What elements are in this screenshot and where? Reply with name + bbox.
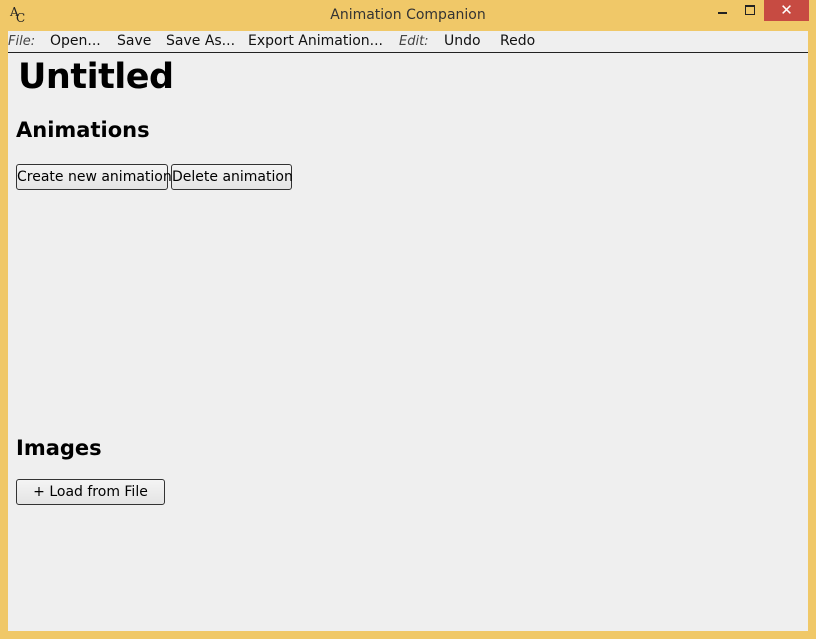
menu-item-open[interactable]: Open... xyxy=(50,33,101,49)
menu-item-undo[interactable]: Undo xyxy=(444,33,481,49)
title-bar[interactable]: A C Animation Companion ✕ xyxy=(0,0,816,31)
close-button[interactable]: ✕ xyxy=(764,0,809,21)
menu-bar: File: Open... Save Save As... Export Ani… xyxy=(8,31,808,53)
close-icon: ✕ xyxy=(780,1,793,19)
maximize-icon xyxy=(745,5,755,15)
animations-heading: Animations xyxy=(16,118,150,142)
window-title: Animation Companion xyxy=(330,7,486,23)
menu-item-save[interactable]: Save xyxy=(117,33,151,49)
load-from-file-button[interactable]: + Load from File xyxy=(16,479,165,505)
delete-animation-button[interactable]: Delete animation xyxy=(171,164,293,190)
menu-label-file: File: xyxy=(8,34,36,49)
document-title: Untitled xyxy=(18,57,174,97)
menu-item-export-animation[interactable]: Export Animation... xyxy=(248,33,383,49)
menu-item-save-as[interactable]: Save As... xyxy=(166,33,235,49)
minimize-icon xyxy=(718,12,727,14)
menu-label-edit: Edit: xyxy=(399,34,429,49)
maximize-button[interactable] xyxy=(736,0,763,21)
create-animation-button[interactable]: Create new animation xyxy=(16,164,172,190)
app-window: A C Animation Companion ✕ File: Open... … xyxy=(0,0,816,639)
menu-item-redo[interactable]: Redo xyxy=(500,33,535,49)
minimize-button[interactable] xyxy=(709,0,736,21)
images-heading: Images xyxy=(16,436,102,460)
client-area: File: Open... Save Save As... Export Ani… xyxy=(8,31,808,631)
